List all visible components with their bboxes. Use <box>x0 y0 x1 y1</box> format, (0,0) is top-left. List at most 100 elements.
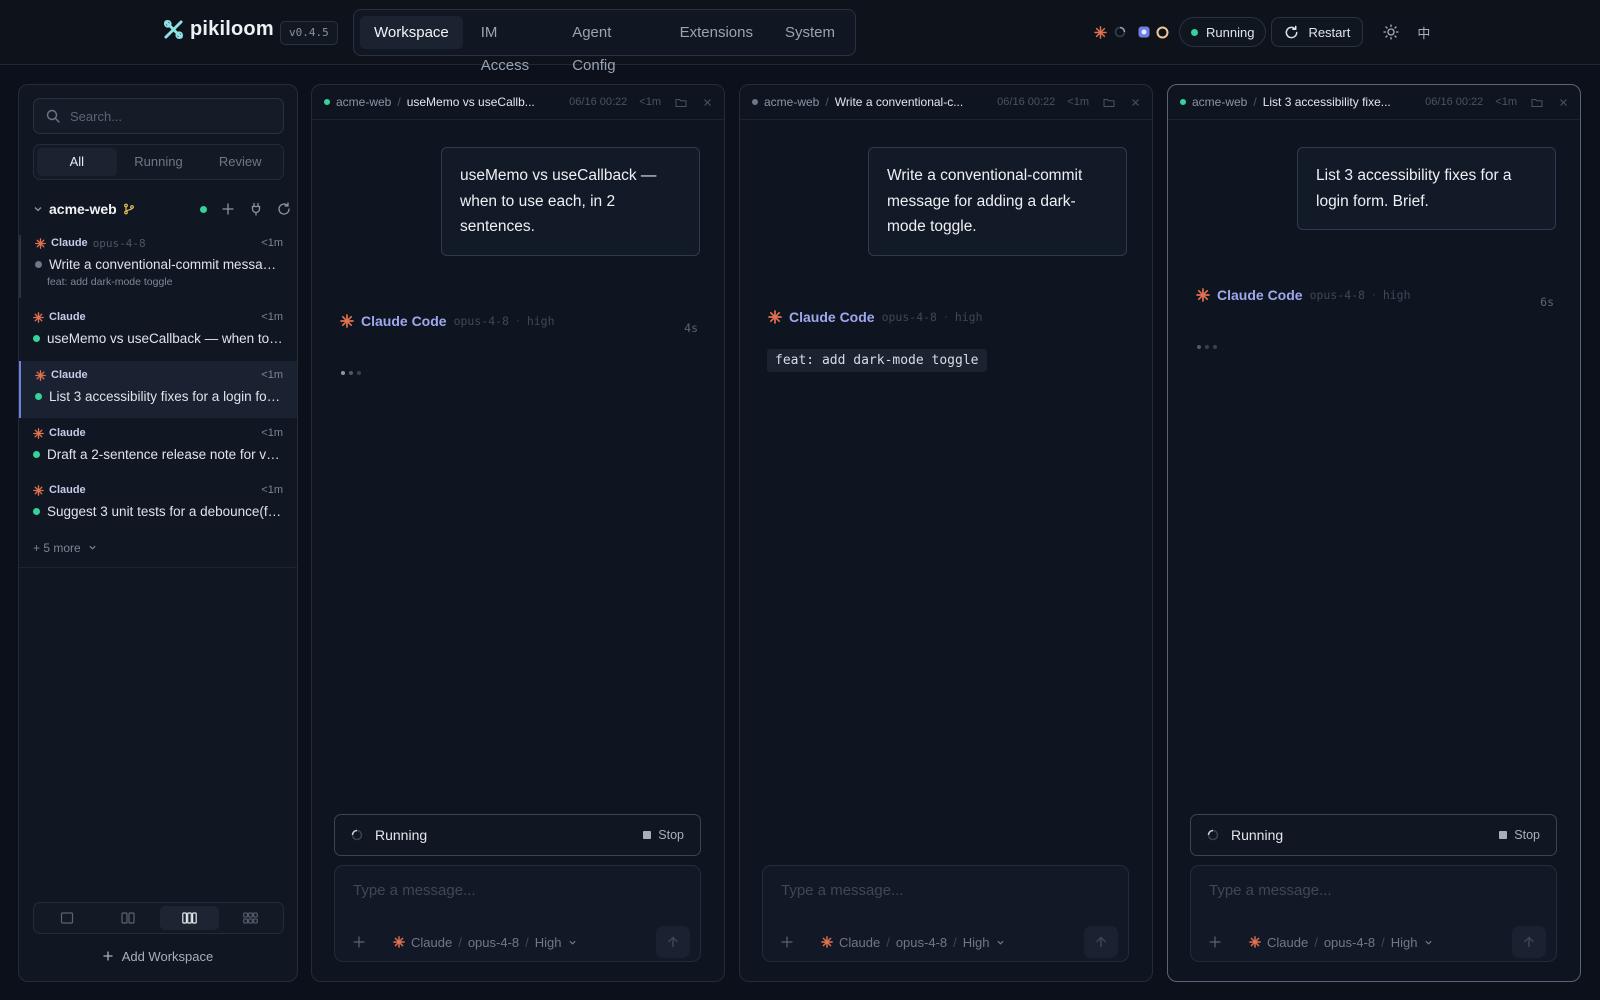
composer-model[interactable]: opus-4-8 <box>1324 935 1375 950</box>
add-workspace-label: Add Workspace <box>121 949 214 964</box>
app-logo[interactable]: pikiloom <box>163 18 274 41</box>
attach-plus-icon[interactable] <box>1209 936 1221 948</box>
workspace-name: acme-web <box>49 201 117 217</box>
agent-app-icon[interactable] <box>1137 26 1151 38</box>
send-button[interactable] <box>1084 926 1118 958</box>
restart-label: Restart <box>1308 24 1351 40</box>
claude-icon <box>33 484 44 496</box>
filter-all[interactable]: All <box>37 148 117 176</box>
breadcrumb-separator: / <box>1253 95 1257 109</box>
session-agent: Claude <box>49 427 86 439</box>
session-status-dot <box>33 451 40 458</box>
language-toggle[interactable]: 中 <box>1417 23 1430 42</box>
message-composer[interactable]: Type a message... Claude / opus-4-8 / Hi… <box>1190 865 1557 962</box>
version-badge: v0.4.5 <box>280 21 338 45</box>
refresh-workspace-icon[interactable] <box>277 202 291 216</box>
composer-agent[interactable]: Claude <box>839 935 880 950</box>
agent-name: Claude Code <box>361 313 447 329</box>
claude-agent-icon[interactable] <box>1093 25 1107 39</box>
claude-icon <box>35 237 46 249</box>
plug-icon[interactable] <box>249 202 263 216</box>
run-status-label: Running <box>1231 827 1284 843</box>
stop-button[interactable]: Stop <box>1499 828 1540 842</box>
session-title: useMemo vs useCallback — when to use eac… <box>47 331 283 346</box>
session-item[interactable]: Claude <1m Suggest 3 unit tests for a de… <box>19 482 297 528</box>
chevron-down-icon[interactable] <box>996 938 1005 947</box>
tab-extensions[interactable]: Extensions <box>666 16 767 49</box>
composer-agent[interactable]: Claude <box>1267 935 1308 950</box>
search-input[interactable]: Search... <box>33 98 284 134</box>
run-status-bar: Running Stop <box>1190 814 1557 856</box>
composer-model[interactable]: opus-4-8 <box>468 935 519 950</box>
folder-icon[interactable] <box>675 97 687 108</box>
pane-title: Write a conventional-c... <box>834 95 964 109</box>
attach-plus-icon[interactable] <box>353 936 365 948</box>
layout-single-icon[interactable] <box>37 906 96 930</box>
send-button[interactable] <box>1512 926 1546 958</box>
composer-agent[interactable]: Claude <box>411 935 452 950</box>
send-button[interactable] <box>656 926 690 958</box>
close-icon[interactable] <box>1559 98 1568 107</box>
composer-model[interactable]: opus-4-8 <box>896 935 947 950</box>
sidebar-divider <box>19 567 297 568</box>
show-more-sessions[interactable]: + 5 more <box>33 541 97 555</box>
tab-workspace[interactable]: Workspace <box>360 16 463 49</box>
session-title: Suggest 3 unit tests for a debounce(fn) … <box>47 504 283 519</box>
filter-running[interactable]: Running <box>119 148 199 176</box>
pane-header: acme-web / useMemo vs useCallb... 06/16 … <box>312 85 724 120</box>
arrow-up-icon <box>668 936 678 948</box>
filter-review[interactable]: Review <box>200 148 280 176</box>
session-status-dot <box>35 261 42 268</box>
folder-icon[interactable] <box>1103 97 1115 108</box>
layout-switcher <box>33 902 284 934</box>
show-more-label: + 5 more <box>33 541 81 555</box>
pane-title: useMemo vs useCallb... <box>406 95 535 109</box>
message-composer[interactable]: Type a message... Claude / opus-4-8 / Hi… <box>762 865 1129 962</box>
chevron-down-icon[interactable] <box>33 204 43 214</box>
tab-system[interactable]: System <box>771 16 849 49</box>
add-workspace-button[interactable]: Add Workspace <box>19 949 297 964</box>
pane-date: 06/16 00:22 <box>997 96 1056 108</box>
session-title: Write a conventional-commit message for … <box>49 257 283 272</box>
layout-two-columns-icon[interactable] <box>98 906 157 930</box>
claude-icon <box>1196 288 1210 302</box>
claude-icon <box>768 310 782 324</box>
theme-toggle-sun-icon[interactable] <box>1377 24 1405 40</box>
chevron-down-icon[interactable] <box>568 938 577 947</box>
running-status-pill[interactable]: Running <box>1179 17 1267 47</box>
composer-effort[interactable]: High <box>1391 935 1418 950</box>
add-session-icon[interactable] <box>221 202 235 216</box>
composer-effort[interactable]: High <box>535 935 562 950</box>
session-item-active[interactable]: Claude <1m List 3 accessibility fixes fo… <box>19 361 297 418</box>
claude-icon <box>1249 936 1261 948</box>
session-agent: Claude <box>49 484 86 496</box>
agent-ring-icon[interactable] <box>1155 26 1169 39</box>
layout-three-columns-icon[interactable] <box>159 906 219 930</box>
attach-plus-icon[interactable] <box>781 936 793 948</box>
close-icon[interactable] <box>1131 98 1140 107</box>
tab-im-access[interactable]: IM Access <box>467 16 554 74</box>
message-input-placeholder: Type a message... <box>353 882 476 899</box>
chat-pane: acme-web / useMemo vs useCallb... 06/16 … <box>311 84 725 982</box>
close-icon[interactable] <box>703 98 712 107</box>
typing-indicator <box>341 371 361 375</box>
loading-spinner-icon <box>1113 26 1127 38</box>
message-composer[interactable]: Type a message... Claude / opus-4-8 / Hi… <box>334 865 701 962</box>
restart-button[interactable]: Restart <box>1271 17 1364 47</box>
meta-separator: · <box>1371 289 1376 301</box>
message-input-placeholder: Type a message... <box>781 882 904 899</box>
folder-icon[interactable] <box>1531 97 1543 108</box>
composer-effort[interactable]: High <box>963 935 990 950</box>
tab-agent-config[interactable]: Agent Config <box>558 16 661 74</box>
running-status-label: Running <box>1206 24 1255 40</box>
top-bar: pikiloom v0.4.5 Workspace IM Access Agen… <box>0 0 1600 74</box>
session-item[interactable]: Claude <1m useMemo vs useCallback — when… <box>19 309 297 355</box>
layout-grid-icon[interactable] <box>221 906 280 930</box>
stop-button[interactable]: Stop <box>643 828 684 842</box>
workspace-header[interactable]: acme-web <box>33 198 291 220</box>
pane-header: acme-web / Write a conventional-c... 06/… <box>740 85 1152 120</box>
chevron-down-icon[interactable] <box>1424 938 1433 947</box>
pane-date: 06/16 00:22 <box>569 96 628 108</box>
session-item[interactable]: Claude opus-4-8 <1m Write a conventional… <box>19 235 297 298</box>
session-item[interactable]: Claude <1m Draft a 2-sentence release no… <box>19 425 297 471</box>
